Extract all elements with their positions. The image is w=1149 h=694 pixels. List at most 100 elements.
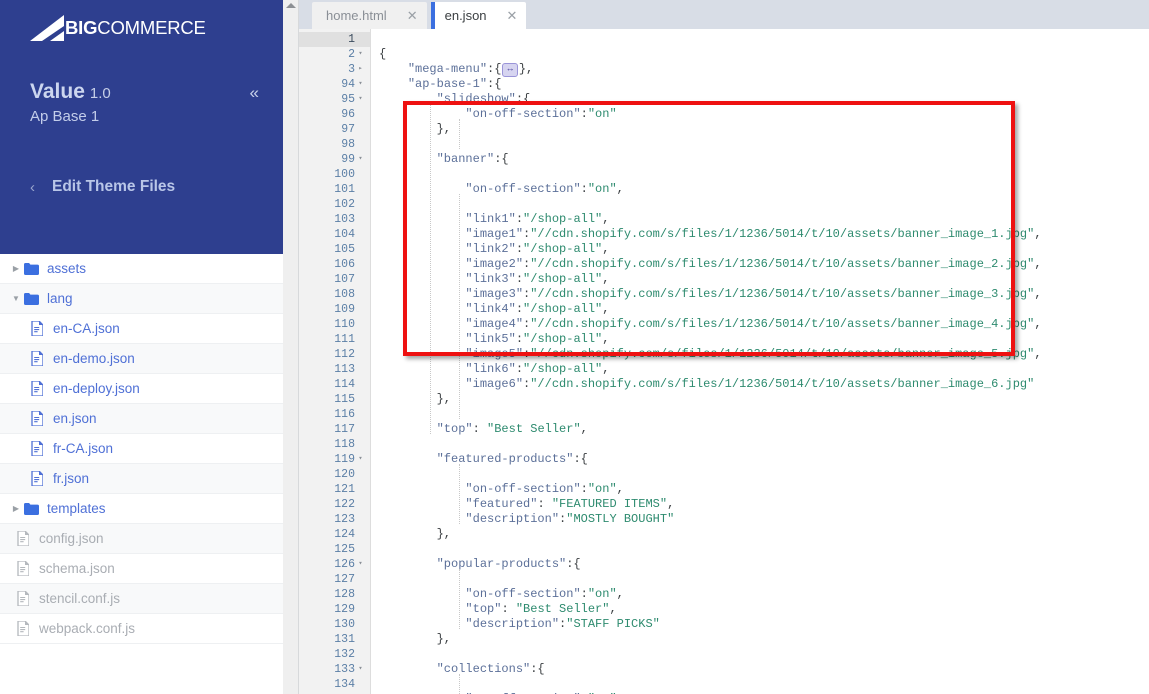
code-line-109[interactable]: "link4":"/shop-all", <box>379 302 1149 317</box>
code-line-127[interactable] <box>379 572 1149 587</box>
code-line-120[interactable] <box>379 467 1149 482</box>
scroll-up-arrow-icon[interactable] <box>286 3 296 8</box>
code-line-123[interactable]: "description":"MOSTLY BOUGHT" <box>379 512 1149 527</box>
code-line-133[interactable]: "collections":{ <box>379 662 1149 677</box>
line-number-112[interactable]: 112 <box>299 347 370 362</box>
code-line-106[interactable]: "image2":"//cdn.shopify.com/s/files/1/12… <box>379 257 1149 272</box>
line-number-121[interactable]: 121 <box>299 482 370 497</box>
line-number-132[interactable]: 132 <box>299 647 370 662</box>
editor-tab-home-html[interactable]: home.html ✕ <box>312 2 427 29</box>
line-number-113[interactable]: 113 <box>299 362 370 377</box>
tree-item-templates[interactable]: ▶ templates <box>0 494 283 524</box>
edit-theme-files-button[interactable]: ‹ Edit Theme Files <box>30 178 175 196</box>
code-line-97[interactable]: }, <box>379 122 1149 137</box>
code-line-1[interactable] <box>379 32 1149 47</box>
fold-open-icon[interactable]: ▾ <box>355 662 366 677</box>
collapsed-fold-icon[interactable]: ↔ <box>502 63 518 77</box>
line-number-94[interactable]: 94 ▾ <box>299 77 370 92</box>
code-line-119[interactable]: "featured-products":{ <box>379 452 1149 467</box>
line-number-124[interactable]: 124 <box>299 527 370 542</box>
code-line-114[interactable]: "image6":"//cdn.shopify.com/s/files/1/12… <box>379 377 1149 392</box>
fold-open-icon[interactable]: ▾ <box>355 47 366 62</box>
code-line-99[interactable]: "banner":{ <box>379 152 1149 167</box>
code-line-95[interactable]: "slideshow":{ <box>379 92 1149 107</box>
line-number-128[interactable]: 128 <box>299 587 370 602</box>
line-number-108[interactable]: 108 <box>299 287 370 302</box>
line-number-98[interactable]: 98 <box>299 137 370 152</box>
tree-item-stencil-conf-js[interactable]: stencil.conf.js <box>0 584 283 614</box>
line-number-111[interactable]: 111 <box>299 332 370 347</box>
line-number-1[interactable]: 1 <box>299 32 370 47</box>
line-number-102[interactable]: 102 <box>299 197 370 212</box>
tree-item-en-demo-json[interactable]: en-demo.json <box>0 344 283 374</box>
code-line-2[interactable]: { <box>379 47 1149 62</box>
fold-open-icon[interactable]: ▾ <box>355 452 366 467</box>
tree-item-en-ca-json[interactable]: en-CA.json <box>0 314 283 344</box>
code-line-3[interactable]: "mega-menu":{↔}, <box>379 62 1149 77</box>
chevron-right-icon[interactable]: ▶ <box>10 504 22 513</box>
line-number-129[interactable]: 129 <box>299 602 370 617</box>
line-number-96[interactable]: 96 <box>299 107 370 122</box>
code-line-134[interactable] <box>379 677 1149 692</box>
line-number-134[interactable]: 134 <box>299 677 370 692</box>
code-line-110[interactable]: "image4":"//cdn.shopify.com/s/files/1/12… <box>379 317 1149 332</box>
code-line-129[interactable]: "top": "Best Seller", <box>379 602 1149 617</box>
code-line-111[interactable]: "link5":"/shop-all", <box>379 332 1149 347</box>
code-line-105[interactable]: "link2":"/shop-all", <box>379 242 1149 257</box>
editor-tab-en-json[interactable]: en.json ✕ <box>430 2 527 29</box>
code-line-117[interactable]: "top": "Best Seller", <box>379 422 1149 437</box>
code-line-107[interactable]: "link3":"/shop-all", <box>379 272 1149 287</box>
sidebar-scrollbar[interactable] <box>283 0 299 694</box>
line-number-120[interactable]: 120 <box>299 467 370 482</box>
code-line-112[interactable]: "image5":"//cdn.shopify.com/s/files/1/12… <box>379 347 1149 362</box>
code-line-96[interactable]: "on-off-section":"on" <box>379 107 1149 122</box>
line-number-131[interactable]: 131 <box>299 632 370 647</box>
close-icon[interactable]: ✕ <box>507 9 518 22</box>
line-number-114[interactable]: 114 <box>299 377 370 392</box>
line-number-100[interactable]: 100 <box>299 167 370 182</box>
line-number-110[interactable]: 110 <box>299 317 370 332</box>
line-number-115[interactable]: 115 <box>299 392 370 407</box>
tree-item-lang[interactable]: ▼ lang <box>0 284 283 314</box>
code-line-115[interactable]: }, <box>379 392 1149 407</box>
line-number-gutter[interactable]: 1 2 ▾ 3 ▸ 94 ▾ 95 ▾ 96 97 98 99 ▾ 100 101 102 103 104 105 10… <box>299 29 371 694</box>
code-line-121[interactable]: "on-off-section":"on", <box>379 482 1149 497</box>
line-number-109[interactable]: 109 <box>299 302 370 317</box>
code-content[interactable]: { "mega-menu":{↔}, "ap-base-1":{ "slides… <box>371 29 1149 694</box>
tree-item-webpack-conf-js[interactable]: webpack.conf.js <box>0 614 283 644</box>
tree-item-fr-json[interactable]: fr.json <box>0 464 283 494</box>
line-number-125[interactable]: 125 <box>299 542 370 557</box>
line-number-116[interactable]: 116 <box>299 407 370 422</box>
code-line-103[interactable]: "link1":"/shop-all", <box>379 212 1149 227</box>
code-line-128[interactable]: "on-off-section":"on", <box>379 587 1149 602</box>
close-icon[interactable]: ✕ <box>407 9 418 22</box>
fold-open-icon[interactable]: ▾ <box>355 557 366 572</box>
fold-open-icon[interactable]: ▾ <box>355 152 366 167</box>
line-number-126[interactable]: 126 ▾ <box>299 557 370 572</box>
code-line-113[interactable]: "link6":"/shop-all", <box>379 362 1149 377</box>
line-number-99[interactable]: 99 ▾ <box>299 152 370 167</box>
code-line-104[interactable]: "image1":"//cdn.shopify.com/s/files/1/12… <box>379 227 1149 242</box>
line-number-105[interactable]: 105 <box>299 242 370 257</box>
line-number-133[interactable]: 133 ▾ <box>299 662 370 677</box>
code-line-100[interactable] <box>379 167 1149 182</box>
code-line-108[interactable]: "image3":"//cdn.shopify.com/s/files/1/12… <box>379 287 1149 302</box>
code-line-124[interactable]: }, <box>379 527 1149 542</box>
line-number-118[interactable]: 118 <box>299 437 370 452</box>
line-number-106[interactable]: 106 <box>299 257 370 272</box>
tree-item-en-deploy-json[interactable]: en-deploy.json <box>0 374 283 404</box>
line-number-130[interactable]: 130 <box>299 617 370 632</box>
code-line-131[interactable]: }, <box>379 632 1149 647</box>
line-number-2[interactable]: 2 ▾ <box>299 47 370 62</box>
code-line-130[interactable]: "description":"STAFF PICKS" <box>379 617 1149 632</box>
fold-open-icon[interactable]: ▾ <box>355 92 366 107</box>
code-line-94[interactable]: "ap-base-1":{ <box>379 77 1149 92</box>
line-number-107[interactable]: 107 <box>299 272 370 287</box>
tree-item-config-json[interactable]: config.json <box>0 524 283 554</box>
tree-item-fr-ca-json[interactable]: fr-CA.json <box>0 434 283 464</box>
line-number-122[interactable]: 122 <box>299 497 370 512</box>
code-line-98[interactable] <box>379 137 1149 152</box>
tree-item-en-json[interactable]: en.json <box>0 404 283 434</box>
chevron-down-icon[interactable]: ▼ <box>10 294 22 303</box>
code-line-122[interactable]: "featured": "FEATURED ITEMS", <box>379 497 1149 512</box>
